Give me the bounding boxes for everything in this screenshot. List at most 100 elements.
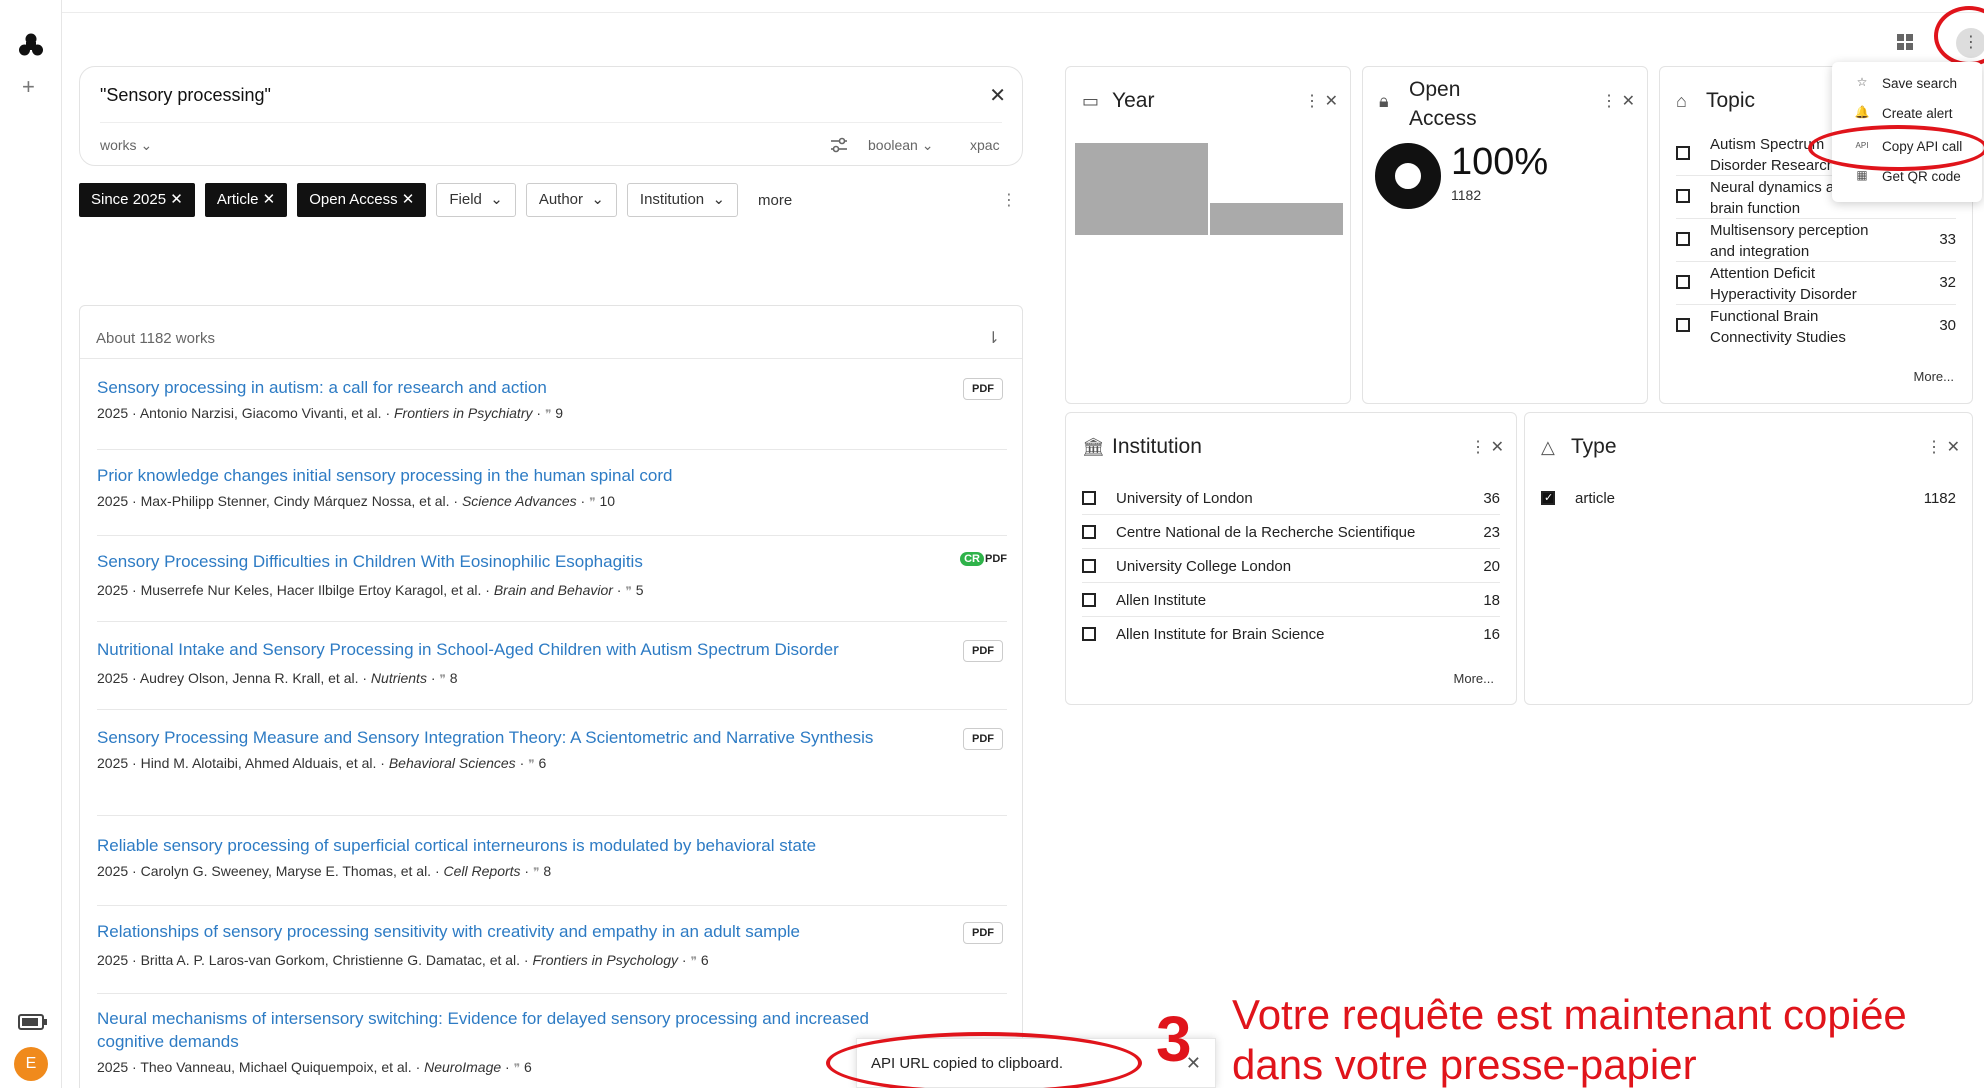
- tune-icon[interactable]: [828, 134, 850, 156]
- results-divider: [80, 358, 1022, 359]
- result-title[interactable]: Sensory Processing Measure and Sensory I…: [97, 726, 897, 749]
- checkbox[interactable]: [1541, 491, 1555, 505]
- checkbox[interactable]: [1082, 559, 1096, 573]
- app-logo-icon[interactable]: [16, 30, 46, 60]
- card-controls[interactable]: ⋮ ✕: [1601, 91, 1635, 111]
- checkbox[interactable]: [1082, 491, 1096, 505]
- facet-option[interactable]: University of London 36: [1082, 481, 1500, 515]
- cr-pdf-badge[interactable]: CR PDF: [960, 552, 1007, 566]
- result-venue: Cell Reports: [443, 863, 521, 879]
- facet-label: Attention Deficit Hyperactivity Disorder: [1710, 265, 1857, 303]
- card-controls[interactable]: ⋮ ✕: [1926, 437, 1960, 457]
- result-meta: 2025 · Antonio Narzisi, Giacomo Vivanti,…: [97, 405, 564, 421]
- tag-icon: ⌂: [1676, 91, 1687, 111]
- facet-option[interactable]: Attention Deficit Hyperactivity Disorder…: [1676, 262, 1956, 305]
- checkbox[interactable]: [1082, 525, 1096, 539]
- filter-dropdown-author[interactable]: Author ⌄: [525, 183, 617, 217]
- filter-chip-article[interactable]: Article ✕: [204, 183, 288, 217]
- filter-chip-open-access[interactable]: Open Access ✕: [297, 183, 427, 217]
- result-title[interactable]: Relationships of sensory processing sens…: [97, 920, 947, 943]
- facet-count: 33: [1939, 231, 1956, 248]
- result-title[interactable]: Prior knowledge changes initial sensory …: [97, 464, 947, 487]
- avatar[interactable]: E: [14, 1047, 48, 1081]
- checkbox[interactable]: [1676, 189, 1690, 203]
- entity-select[interactable]: works ⌄: [100, 137, 152, 154]
- checkbox[interactable]: [1676, 275, 1690, 289]
- lock-icon: 🔒︎: [1379, 91, 1389, 111]
- facet-count: 20: [1483, 558, 1500, 575]
- result-cites: 8: [543, 863, 552, 879]
- menu-item-create-alert[interactable]: 🔔 Create alert: [1832, 98, 1982, 128]
- card-title: Topic: [1706, 89, 1756, 112]
- result-title[interactable]: Sensory Processing Difficulties in Child…: [97, 550, 947, 573]
- year-bar[interactable]: [1210, 203, 1343, 235]
- filter-chips: Since 2025 ✕ Article ✕ Open Access ✕ Fie…: [79, 183, 802, 217]
- facet-option[interactable]: Functional Brain Connectivity Studies 30: [1676, 305, 1956, 348]
- institution-more-link[interactable]: More...: [1454, 671, 1494, 686]
- pdf-badge[interactable]: PDF: [963, 728, 1003, 750]
- facet-label: Allen Institute: [1116, 592, 1207, 609]
- search-box: "Sensory processing" ✕ works ⌄ boolean ⌄…: [79, 66, 1023, 166]
- grid-view-icon[interactable]: [1897, 34, 1913, 50]
- institution-icon: 🏛︎: [1082, 437, 1105, 457]
- chevron-down-icon: ⌄: [140, 137, 153, 153]
- facet-option[interactable]: Multisensory perception and integration 3…: [1676, 219, 1956, 262]
- xpac-toggle[interactable]: xpac: [970, 137, 1000, 153]
- search-mode-select[interactable]: boolean ⌄: [868, 137, 933, 154]
- result-authors: 2025 · Max-Philipp Stenner, Cindy Márque…: [97, 493, 462, 509]
- search-mode-label: boolean: [868, 137, 918, 153]
- result-venue: Behavioral Sciences: [388, 755, 516, 771]
- filter-dropdown-label: Field: [449, 191, 482, 208]
- checkbox[interactable]: [1676, 318, 1690, 332]
- more-filters-button[interactable]: more: [748, 192, 802, 209]
- results-count: About 1182 works: [96, 330, 215, 347]
- checkbox[interactable]: [1082, 593, 1096, 607]
- result-title[interactable]: Nutritional Intake and Sensory Processin…: [97, 638, 947, 661]
- card-controls[interactable]: ⋮ ✕: [1470, 437, 1504, 457]
- results-panel: About 1182 works ⇂ Sensory processing in…: [79, 305, 1023, 1088]
- new-tab-plus-icon[interactable]: +: [22, 74, 35, 100]
- result-cites: 6: [538, 755, 547, 771]
- result-title[interactable]: Sensory processing in autism: a call for…: [97, 376, 947, 399]
- card-controls[interactable]: ⋮ ✕: [1304, 91, 1338, 111]
- pdf-badge[interactable]: PDF: [963, 640, 1003, 662]
- search-input[interactable]: "Sensory processing": [100, 85, 271, 106]
- facet-option[interactable]: article 1182: [1541, 481, 1956, 515]
- result-cites: 6: [700, 952, 709, 968]
- checkbox[interactable]: [1676, 146, 1690, 160]
- result-title[interactable]: Reliable sensory processing of superfici…: [97, 834, 947, 857]
- checkbox[interactable]: [1082, 627, 1096, 641]
- result-authors: 2025 · Theo Vanneau, Michael Quiquempoix…: [97, 1059, 425, 1075]
- filters-menu-icon[interactable]: ⋮: [1001, 190, 1017, 210]
- menu-item-save-search[interactable]: ☆ Save search: [1832, 68, 1982, 98]
- pdf-badge[interactable]: PDF: [963, 922, 1003, 944]
- facet-label: Centre National de la Recherche Scientif…: [1116, 524, 1416, 541]
- facet-option[interactable]: University College London 20: [1082, 549, 1500, 583]
- shapes-icon: △: [1541, 437, 1555, 457]
- checkbox[interactable]: [1676, 232, 1690, 246]
- facet-count: 16: [1483, 626, 1500, 643]
- sort-icon[interactable]: ⇂: [987, 328, 1000, 348]
- result-cites: 5: [635, 582, 644, 598]
- facet-count: 30: [1939, 317, 1956, 334]
- filter-chip-since[interactable]: Since 2025 ✕: [79, 183, 195, 217]
- facet-label: University College London: [1116, 558, 1292, 575]
- bell-icon: 🔔: [1854, 105, 1870, 119]
- facet-count: 23: [1483, 524, 1500, 541]
- highlight-circle-menu: [1934, 6, 1984, 66]
- result-title[interactable]: Neural mechanisms of intersensory switch…: [97, 1007, 897, 1053]
- facet-option[interactable]: Allen Institute for Brain Science 16: [1082, 617, 1500, 651]
- chevron-down-icon: ⌄: [921, 137, 934, 153]
- year-bar[interactable]: [1075, 143, 1208, 235]
- open-access-facet-card: 🔒︎ Open Access ⋮ ✕ 100% 1182: [1362, 66, 1648, 404]
- result-authors: 2025 · Britta A. P. Laros-van Gorkom, Ch…: [97, 952, 533, 968]
- topic-more-link[interactable]: More...: [1914, 369, 1954, 384]
- facet-option[interactable]: Allen Institute 18: [1082, 583, 1500, 617]
- clear-search-icon[interactable]: ✕: [989, 83, 1006, 108]
- facet-label: Multisensory perception and integration: [1710, 222, 1869, 260]
- card-title: Type: [1571, 435, 1617, 458]
- pdf-badge[interactable]: PDF: [963, 378, 1003, 400]
- facet-option[interactable]: Centre National de la Recherche Scientif…: [1082, 515, 1500, 549]
- filter-dropdown-institution[interactable]: Institution ⌄: [626, 183, 739, 217]
- filter-dropdown-field[interactable]: Field ⌄: [436, 183, 516, 217]
